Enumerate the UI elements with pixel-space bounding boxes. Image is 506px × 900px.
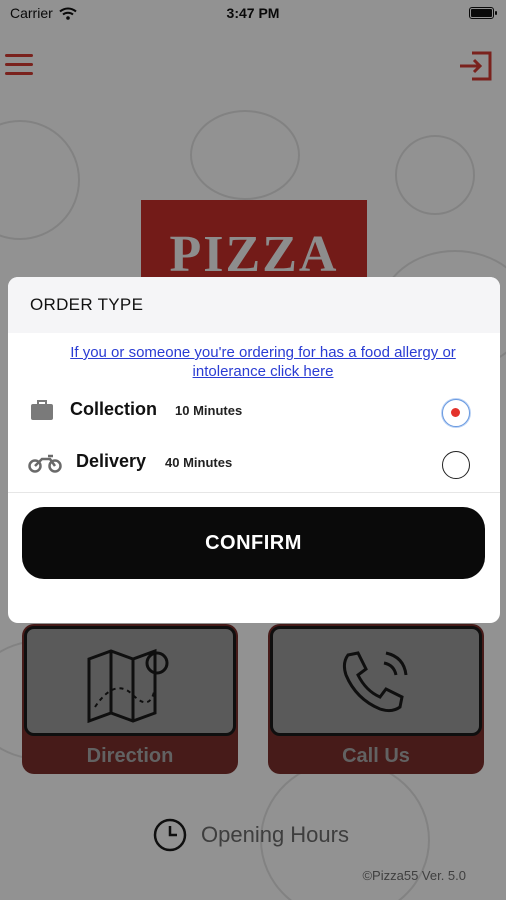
delivery-time: 40 Minutes [165, 455, 233, 470]
collection-radio[interactable] [442, 399, 470, 427]
bag-icon [31, 400, 53, 420]
confirm-button[interactable]: CONFIRM [22, 507, 485, 579]
delivery-radio[interactable] [442, 451, 470, 479]
delivery-label: Delivery [76, 451, 147, 471]
option-delivery[interactable]: Delivery 40 Minutes [8, 443, 500, 483]
option-collection[interactable]: Collection 10 Minutes [8, 391, 500, 431]
confirm-label: CONFIRM [205, 531, 302, 554]
modal-divider [8, 492, 500, 493]
modal-title: ORDER TYPE [30, 295, 144, 314]
order-type-modal: ORDER TYPE If you or someone you're orde… [8, 277, 500, 623]
collection-time: 10 Minutes [175, 403, 243, 418]
modal-header: ORDER TYPE [8, 277, 500, 333]
motorbike-icon [28, 454, 62, 473]
allergy-info-link[interactable]: If you or someone you're ordering for ha… [56, 343, 470, 381]
collection-label: Collection [70, 399, 158, 419]
